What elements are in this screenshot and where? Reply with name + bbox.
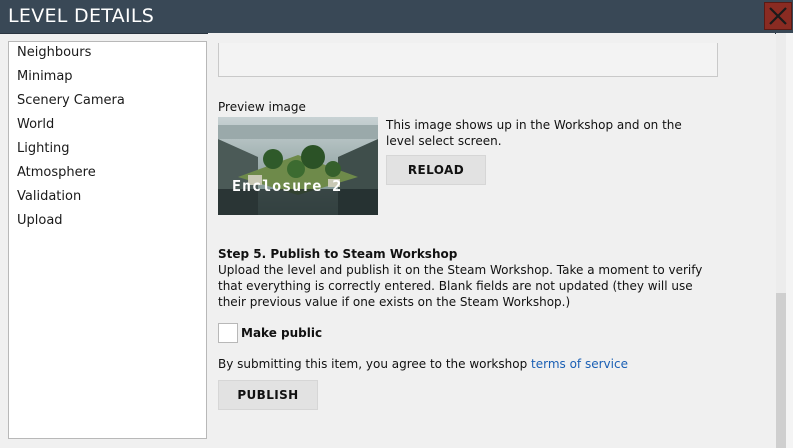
publish-button[interactable]: PUBLISH <box>218 380 318 410</box>
publish-heading: Step 5. Publish to Steam Workshop <box>218 247 458 261</box>
close-button[interactable] <box>764 2 792 30</box>
title-bar: LEVEL DETAILS <box>0 0 793 34</box>
publish-desc-line-2: that everything is correctly entered. Bl… <box>218 279 693 293</box>
preview-image-label: Preview image <box>218 100 306 114</box>
preview-image-picture <box>218 117 378 215</box>
window-title: LEVEL DETAILS <box>8 5 155 27</box>
reload-button[interactable]: RELOAD <box>386 155 486 185</box>
make-public-checkbox[interactable] <box>218 323 238 343</box>
sidebar-item-neighbours[interactable]: Neighbours <box>17 45 91 60</box>
publish-desc-line-3: their previous value if one exists on th… <box>218 295 571 309</box>
main-content: Preview image Enclosure 2 This image sho… <box>208 33 775 448</box>
window-right-edge <box>786 33 793 448</box>
sidebar-item-validation[interactable]: Validation <box>17 189 81 204</box>
agree-text-prefix: By submitting this item, you agree to th… <box>218 357 532 371</box>
sidebar-item-scenery-camera[interactable]: Scenery Camera <box>17 93 125 108</box>
terms-of-service-link[interactable]: terms of service <box>531 357 628 371</box>
preview-description-line-2: level select screen. <box>386 134 502 148</box>
publish-desc-line-1: Upload the level and publish it on the S… <box>218 263 703 277</box>
scrollbar-thumb[interactable] <box>776 293 786 448</box>
agree-text: By submitting this item, you agree to th… <box>218 356 628 372</box>
preview-image-caption: Enclosure 2 <box>232 177 343 195</box>
close-icon <box>769 7 787 25</box>
sidebar: Neighbours Minimap Scenery Camera World … <box>8 41 207 439</box>
sidebar-item-atmosphere[interactable]: Atmosphere <box>17 165 96 180</box>
preview-image: Enclosure 2 <box>218 117 378 215</box>
preview-description-line-1: This image shows up in the Workshop and … <box>386 118 682 132</box>
make-public-label: Make public <box>241 326 323 340</box>
sidebar-item-lighting[interactable]: Lighting <box>17 141 70 156</box>
description-textarea[interactable] <box>218 43 718 77</box>
sidebar-item-minimap[interactable]: Minimap <box>17 69 73 84</box>
vertical-scrollbar[interactable] <box>776 33 786 448</box>
sidebar-item-world[interactable]: World <box>17 117 54 132</box>
sidebar-item-upload[interactable]: Upload <box>17 213 63 228</box>
